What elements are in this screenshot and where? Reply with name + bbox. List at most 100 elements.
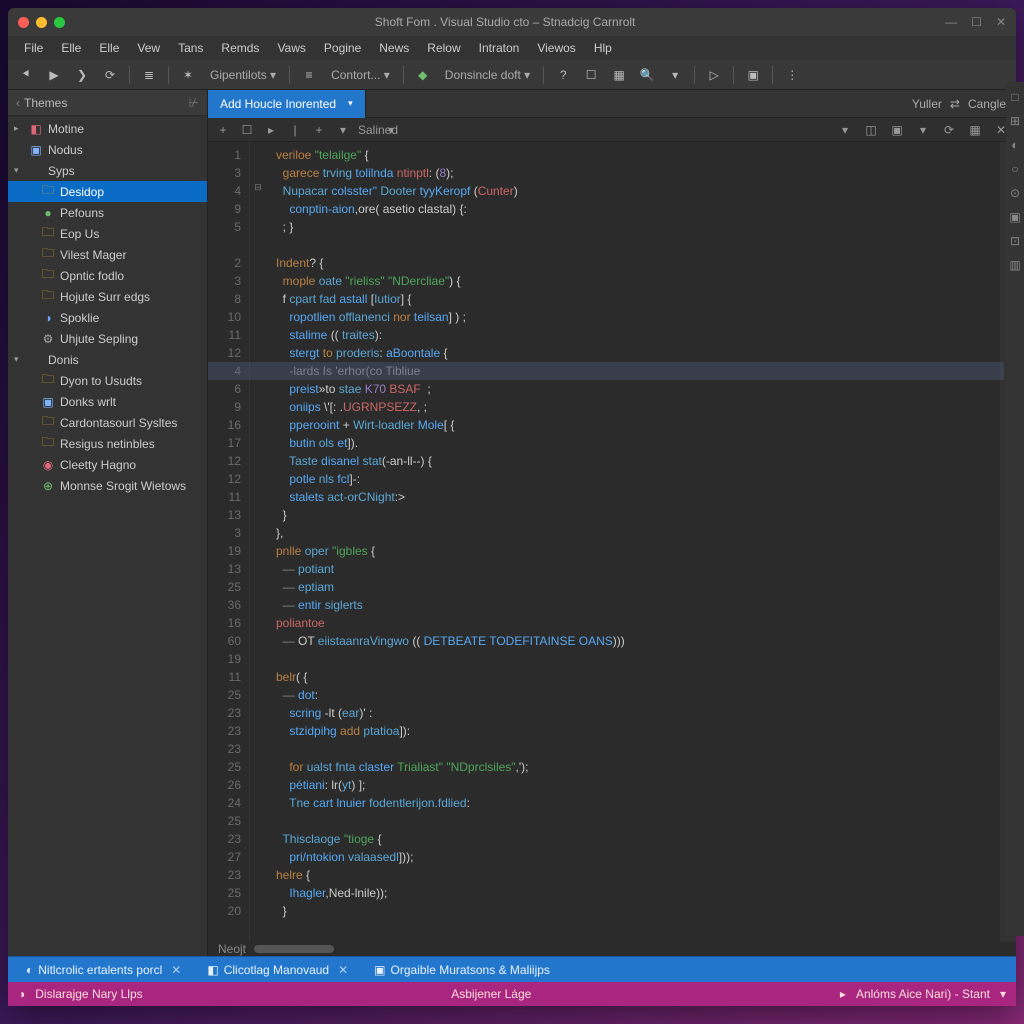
menu-intraton[interactable]: Intraton xyxy=(471,38,528,58)
search-drop[interactable]: ▾ xyxy=(663,64,687,86)
code-line[interactable]: Thisclaoge "tioge { xyxy=(276,830,1000,848)
code-line[interactable]: — dot: xyxy=(276,686,1000,704)
subbar-btn[interactable]: + xyxy=(214,123,232,137)
chevron-left-icon[interactable]: ‹ xyxy=(16,96,20,110)
code-line[interactable]: Taste disanel stat(-an-ll--) { xyxy=(276,452,1000,470)
code-line[interactable]: ; } xyxy=(276,218,1000,236)
code-text[interactable]: veriloe "telailge" { garece trving tolil… xyxy=(266,142,1000,942)
subbar-right-btn[interactable]: ▦ xyxy=(966,123,984,137)
tree-item[interactable]: ●Pefouns xyxy=(8,202,207,223)
menu-pogine[interactable]: Pogine xyxy=(316,38,369,58)
code-line[interactable]: — potiant xyxy=(276,560,1000,578)
list[interactable]: ≣ xyxy=(137,64,161,86)
code-line[interactable]: stalets act-orCNight:> xyxy=(276,488,1000,506)
tree-item[interactable]: ⚙Uhjute Sepling xyxy=(8,328,207,349)
right-strip-icon[interactable]: ○ xyxy=(1011,162,1018,176)
right-strip-icon[interactable]: □ xyxy=(1011,90,1018,104)
menu-hlp[interactable]: Hlp xyxy=(586,38,620,58)
x-icon[interactable]: ✕ xyxy=(996,15,1006,29)
menu-tans[interactable]: Tans xyxy=(170,38,211,58)
tree-item[interactable]: 🗀Resigus netinbles xyxy=(8,433,207,454)
code-line[interactable]: } xyxy=(276,506,1000,524)
tree-item[interactable]: ▸◧Motine xyxy=(8,118,207,139)
subbar-btn[interactable]: ☐ xyxy=(238,123,256,137)
hscroll[interactable]: Neojt xyxy=(208,942,1016,956)
code-line[interactable]: f cpart fad astall [Iutior] { xyxy=(276,290,1000,308)
subbar-right-btn[interactable]: ▣ xyxy=(888,123,906,137)
don-icon[interactable]: ◆ xyxy=(411,64,435,86)
toolbar-text[interactable]: Donsincle doft ▾ xyxy=(439,68,536,82)
code-line[interactable]: — OT eiistaanraVingwo (( DETBEATE TODEFI… xyxy=(276,632,1000,650)
code-line[interactable]: Tne cart lnuier fodentlerijon.fdlied: xyxy=(276,794,1000,812)
refresh[interactable]: ⟳ xyxy=(98,64,122,86)
code-line[interactable]: poliantoe xyxy=(276,614,1000,632)
code-line[interactable]: stergt to proderis: aBoontale { xyxy=(276,344,1000,362)
code-line[interactable]: Nupacar colsster" Dooter tyyKeropf (Cunt… xyxy=(276,182,1000,200)
code-line[interactable] xyxy=(276,812,1000,830)
hscroll-thumb[interactable] xyxy=(254,945,334,953)
tree-item[interactable]: ⊕Monnse Srogit Wietows xyxy=(8,475,207,496)
tab-right-item[interactable]: Yuller xyxy=(912,97,942,111)
tree-item[interactable]: 🗀Cardontasourl Sysltes xyxy=(8,412,207,433)
subbar-btn[interactable]: | xyxy=(286,123,304,137)
code-line[interactable]: pétiani: lr(yt) ]; xyxy=(276,776,1000,794)
tree-item[interactable]: ◉Cleetty Hagno xyxy=(8,454,207,475)
tree-item[interactable]: ▾Syps xyxy=(8,160,207,181)
menu-relow[interactable]: Relow xyxy=(419,38,468,58)
toolbar-text[interactable]: Gipentilots ▾ xyxy=(204,68,282,82)
bottom-panel-tab[interactable]: ▣Orgaible Muratsons & Maliijps xyxy=(364,963,560,977)
code-line[interactable]: mople oate "rieliss" "NDercliae") { xyxy=(276,272,1000,290)
sidebar-header[interactable]: ‹ Themes ⊬ xyxy=(8,90,207,116)
tree-item[interactable]: ◑Spoklie xyxy=(8,307,207,328)
menu-elle[interactable]: Elle xyxy=(53,38,89,58)
subbar-btn[interactable]: ▾ xyxy=(334,123,352,137)
code-line[interactable]: conptin-aion,ore( asetio clastal) {: xyxy=(276,200,1000,218)
contort-icon[interactable]: ≡ xyxy=(297,64,321,86)
tree-item[interactable]: ▾Donis xyxy=(8,349,207,370)
code-editor[interactable]: 1349523810111246916171212111331913253616… xyxy=(208,142,1016,942)
right-strip-icon[interactable]: ▥ xyxy=(1009,258,1020,272)
close-icon[interactable]: ✕ xyxy=(171,963,181,977)
right-strip-icon[interactable]: ◐ xyxy=(1011,138,1018,152)
nav-fwd[interactable]: ▶ xyxy=(42,64,66,86)
code-line[interactable]: pri/ntokion valaasedl])); xyxy=(276,848,1000,866)
code-line[interactable]: preist»to stae K70 BSAF ; xyxy=(276,380,1000,398)
menu-vaws[interactable]: Vaws xyxy=(269,38,313,58)
code-line[interactable]: for ualst fnta claster Trialiast" "NDprc… xyxy=(276,758,1000,776)
tree-item[interactable]: 🗀Desidop xyxy=(8,181,207,202)
status-right[interactable]: Anlóms Aice Nari) - Stant xyxy=(856,987,990,1001)
pin-icon[interactable]: ⊬ xyxy=(189,96,199,110)
close-icon[interactable]: ✕ xyxy=(338,963,348,977)
code-line[interactable]: } xyxy=(276,902,1000,920)
right-strip-icon[interactable]: ⊞ xyxy=(1010,114,1020,128)
tree-item[interactable]: 🗀Dyon to Usudts xyxy=(8,370,207,391)
max-icon[interactable]: ☐ xyxy=(971,15,982,29)
right-strip-icon[interactable]: ⊡ xyxy=(1010,234,1020,248)
min-icon[interactable]: — xyxy=(945,15,957,29)
subbar-btn[interactable]: ▾ xyxy=(382,123,400,137)
gipen-icon[interactable]: ✶ xyxy=(176,64,200,86)
close-icon[interactable] xyxy=(18,17,29,28)
panel[interactable]: ▣ xyxy=(741,64,765,86)
toolbar-text[interactable]: Contort... ▾ xyxy=(325,68,396,82)
nav-back[interactable]: ⯇ xyxy=(14,64,38,86)
subbar-btn[interactable]: ▸ xyxy=(262,123,280,137)
chevron-down-icon[interactable]: ▾ xyxy=(348,98,353,109)
code-line[interactable]: butin ols et]). xyxy=(276,434,1000,452)
bottom-panel-tab[interactable]: ◧Clicotlag Manovaud✕ xyxy=(197,963,358,977)
code-line[interactable]: — entir siglerts xyxy=(276,596,1000,614)
code-line[interactable]: pperooint + Wirt-loadler Mole[ { xyxy=(276,416,1000,434)
menu-remds[interactable]: Remds xyxy=(213,38,267,58)
bottom-panel-tab[interactable]: ◐Nitlcrolic ertalents porcl✕ xyxy=(16,963,191,977)
code-line[interactable]: scring -lt (ear)' : xyxy=(276,704,1000,722)
maximize-icon[interactable] xyxy=(54,17,65,28)
tab-right-item[interactable]: Cangle xyxy=(968,97,1006,111)
code-line[interactable]: stalime (( traites): xyxy=(276,326,1000,344)
tree-item[interactable]: 🗀Vilest Mager xyxy=(8,244,207,265)
more[interactable]: ⋮ xyxy=(780,64,804,86)
run[interactable]: ▷ xyxy=(702,64,726,86)
menu-news[interactable]: News xyxy=(371,38,417,58)
code-line[interactable]: potle nls fcl]-: xyxy=(276,470,1000,488)
code-line[interactable]: oniips \'[: .UGRNPSEZZ, ; xyxy=(276,398,1000,416)
subbar-right-btn[interactable]: ◫ xyxy=(862,123,880,137)
